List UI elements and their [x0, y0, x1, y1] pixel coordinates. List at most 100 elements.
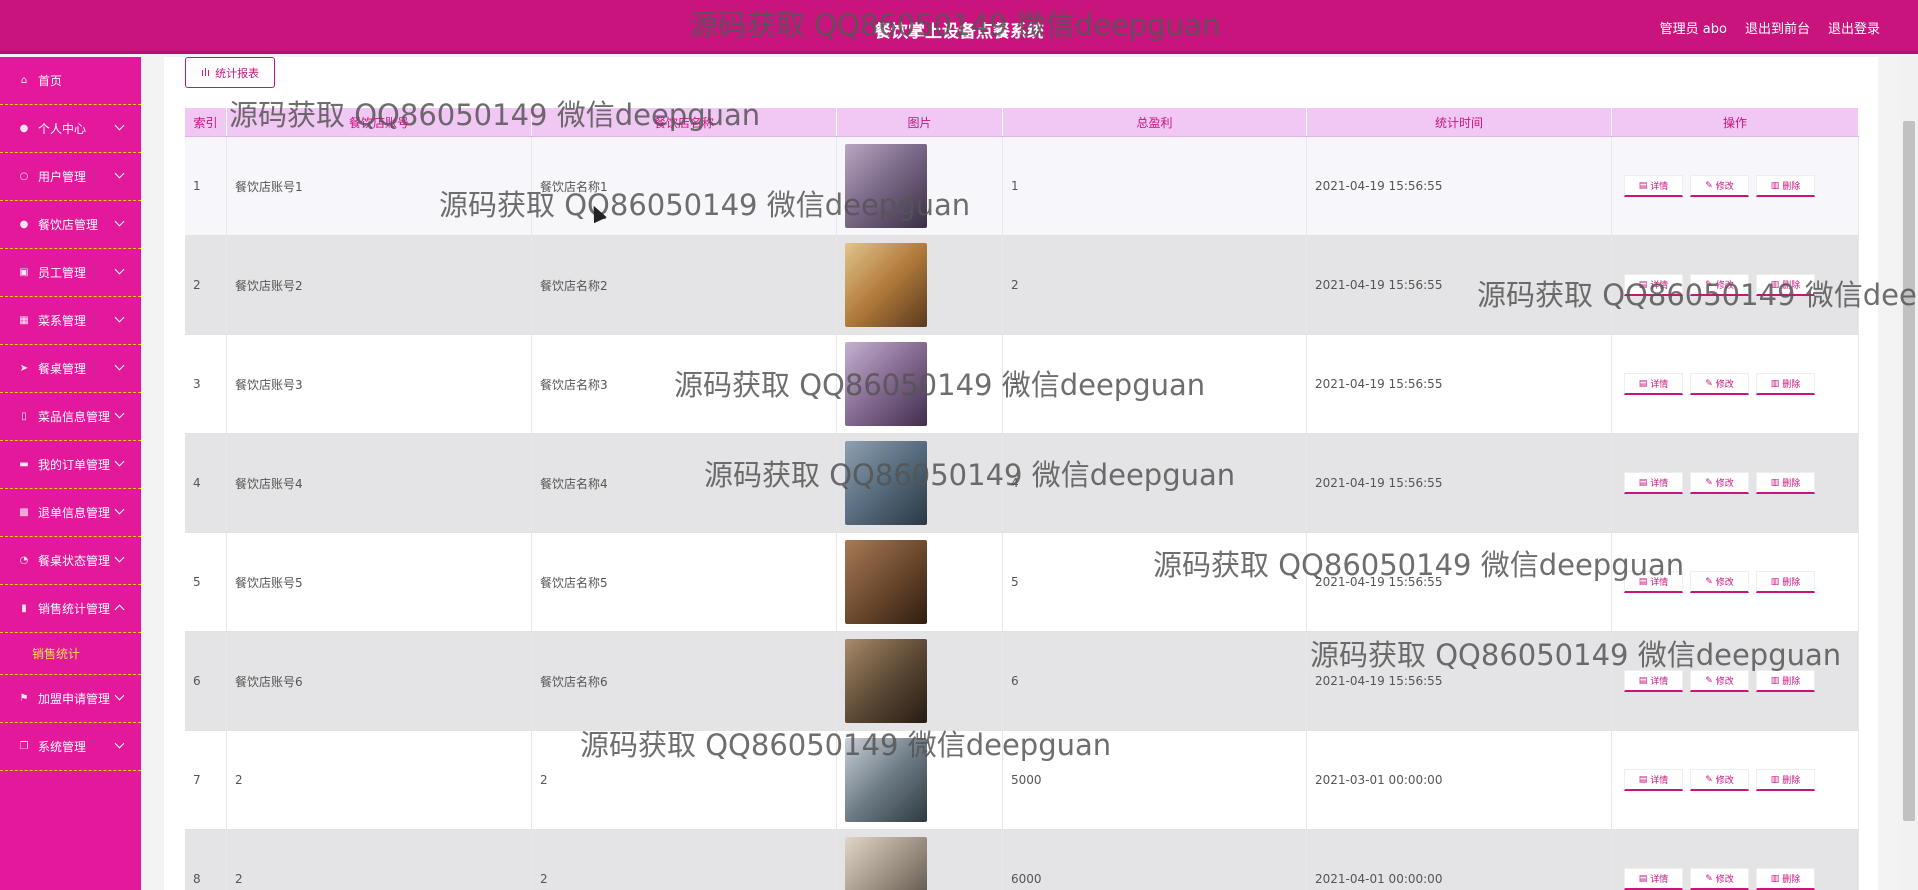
cell-profit: 5 [1003, 533, 1307, 631]
chevron-down-icon [114, 312, 125, 323]
chart-icon: ▮ [21, 603, 27, 614]
scrollbar-thumb[interactable] [1903, 121, 1915, 821]
vertical-scrollbar[interactable] [1900, 57, 1918, 890]
sidebar-item-home[interactable]: ⌂ 首页 [0, 57, 141, 105]
cell-index: 8 [185, 830, 227, 890]
sidebar-item-cuisines[interactable]: ▦ 菜系管理 [0, 297, 141, 345]
restaurant-photo[interactable] [845, 837, 927, 890]
edit-button[interactable]: ✎ 修改 [1690, 769, 1749, 791]
cell-actions: ▤ 详情 ✎ 修改 ▥ 删除 [1612, 335, 1859, 433]
table-row: 8 2 2 6000 2021-04-01 00:00:00 ▤ 详情 ✎ 修改 ▥ 删除 [185, 830, 1859, 890]
detail-button[interactable]: ▤ 详情 [1624, 175, 1683, 197]
edit-button[interactable]: ✎ 修改 [1690, 868, 1749, 890]
chevron-down-icon [114, 408, 125, 419]
restaurant-photo[interactable] [845, 441, 927, 525]
sidebar-item-users[interactable]: ○ 用户管理 [0, 153, 141, 201]
delete-button[interactable]: ▥ 删除 [1756, 373, 1815, 395]
delete-label: 删除 [1782, 677, 1801, 687]
cell-index: 3 [185, 335, 227, 433]
restaurant-photo[interactable] [845, 342, 927, 426]
logout-link[interactable]: 退出登录 [1828, 18, 1880, 37]
detail-button[interactable]: ▤ 详情 [1624, 769, 1683, 791]
submenu-sales-stats[interactable]: 销售统计 [0, 633, 141, 675]
table-row: 6 餐饮店账号6 餐饮店名称6 6 2021-04-19 15:56:55 ▤ 详情 ✎ 修改 ▥… [185, 632, 1859, 731]
edit-button[interactable]: ✎ 修改 [1690, 472, 1749, 494]
pencil-icon: ✎ [1705, 180, 1713, 191]
document-icon: ▤ [1638, 477, 1648, 488]
power-icon: ○ [19, 171, 29, 182]
cell-actions: ▤ 详情 ✎ 修改 ▥ 删除 [1612, 731, 1859, 829]
restaurant-photo[interactable] [845, 243, 927, 327]
edit-button[interactable]: ✎ 修改 [1690, 175, 1749, 197]
flag-icon: ⚑ [19, 693, 29, 704]
cell-name: 餐饮店名称2 [532, 236, 837, 334]
stats-report-label: 统计报表 [215, 66, 260, 80]
delete-button[interactable]: ▥ 删除 [1756, 274, 1815, 296]
main-content: ılı 统计报表 索引 餐饮店账号 餐饮店名称 图片 总盈利 统计时间 操作 1… [164, 57, 1878, 890]
detail-label: 详情 [1650, 875, 1669, 885]
sidebar-item-label: 加盟申请管理 [38, 692, 111, 706]
detail-label: 详情 [1650, 380, 1669, 390]
cell-index: 4 [185, 434, 227, 532]
column-header: 餐饮店账号 [227, 108, 532, 136]
delete-button[interactable]: ▥ 删除 [1756, 571, 1815, 593]
delete-button[interactable]: ▥ 删除 [1756, 175, 1815, 197]
sidebar-item-label: 销售统计管理 [38, 602, 111, 616]
sidebar-item-refunds[interactable]: ▩ 退单信息管理 [0, 489, 141, 537]
sidebar-item-label: 首页 [38, 74, 63, 88]
restaurant-photo[interactable] [845, 639, 927, 723]
current-user[interactable]: 管理员 abo [1660, 18, 1727, 37]
chevron-down-icon [114, 216, 125, 227]
cell-profit: 6000 [1003, 830, 1307, 890]
cell-account: 2 [227, 830, 532, 890]
cell-index: 6 [185, 632, 227, 730]
edit-label: 修改 [1715, 776, 1734, 786]
trash-icon: ▥ [1770, 873, 1780, 884]
stats-report-button[interactable]: ılı 统计报表 [185, 57, 275, 88]
cell-index: 1 [185, 137, 227, 235]
cell-index: 2 [185, 236, 227, 334]
sidebar-item-dishes[interactable]: ▯ 菜品信息管理 [0, 393, 141, 441]
trash-icon: ▥ [1770, 774, 1780, 785]
sidebar-item-my-orders[interactable]: ▬ 我的订单管理 [0, 441, 141, 489]
sidebar-item-restaurants[interactable]: ● 餐饮店管理 [0, 201, 141, 249]
edit-button[interactable]: ✎ 修改 [1690, 373, 1749, 395]
sidebar-item-table-status[interactable]: ◔ 餐桌状态管理 [0, 537, 141, 585]
detail-label: 详情 [1650, 578, 1669, 588]
restaurant-photo[interactable] [845, 144, 927, 228]
sidebar-item-sales-stats[interactable]: ▮ 销售统计管理 [0, 585, 141, 633]
sidebar-item-staff[interactable]: ▣ 员工管理 [0, 249, 141, 297]
cell-name: 2 [532, 830, 837, 890]
edit-button[interactable]: ✎ 修改 [1690, 571, 1749, 593]
cell-profit: 1 [1003, 137, 1307, 235]
detail-button[interactable]: ▤ 详情 [1624, 670, 1683, 692]
trash-icon: ▥ [1770, 477, 1780, 488]
cell-time: 2021-04-19 15:56:55 [1307, 137, 1612, 235]
sidebar-item-franchise[interactable]: ⚑ 加盟申请管理 [0, 675, 141, 723]
trash-icon: ▥ [1770, 576, 1780, 587]
sidebar-item-personal[interactable]: ● 个人中心 [0, 105, 141, 153]
chevron-down-icon [114, 360, 125, 371]
detail-button[interactable]: ▤ 详情 [1624, 571, 1683, 593]
sidebar-item-tables[interactable]: ➤ 餐桌管理 [0, 345, 141, 393]
delete-button[interactable]: ▥ 删除 [1756, 868, 1815, 890]
detail-label: 详情 [1650, 479, 1669, 489]
detail-button[interactable]: ▤ 详情 [1624, 868, 1683, 890]
restaurant-photo[interactable] [845, 738, 927, 822]
delete-button[interactable]: ▥ 删除 [1756, 769, 1815, 791]
chevron-up-icon [114, 604, 125, 615]
delete-label: 删除 [1782, 875, 1801, 885]
back-to-front-link[interactable]: 退出到前台 [1745, 18, 1810, 37]
edit-button[interactable]: ✎ 修改 [1690, 274, 1749, 296]
sidebar-item-system[interactable]: ❐ 系统管理 [0, 723, 141, 771]
chevron-down-icon [114, 456, 125, 467]
detail-button[interactable]: ▤ 详情 [1624, 373, 1683, 395]
detail-button[interactable]: ▤ 详情 [1624, 274, 1683, 296]
pencil-icon: ✎ [1705, 873, 1713, 884]
restaurant-photo[interactable] [845, 540, 927, 624]
edit-button[interactable]: ✎ 修改 [1690, 670, 1749, 692]
delete-button[interactable]: ▥ 删除 [1756, 670, 1815, 692]
detail-button[interactable]: ▤ 详情 [1624, 472, 1683, 494]
delete-button[interactable]: ▥ 删除 [1756, 472, 1815, 494]
cell-account: 餐饮店账号3 [227, 335, 532, 433]
